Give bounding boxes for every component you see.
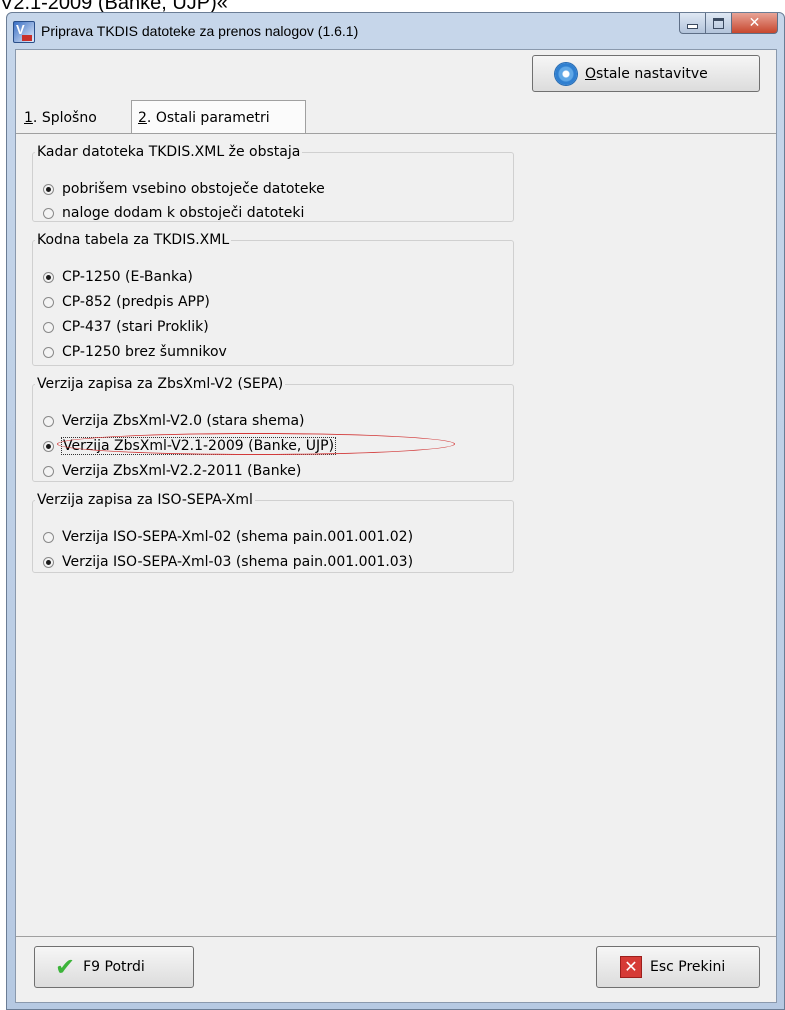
radio-button[interactable]	[43, 346, 54, 358]
radio-iso-sepa-03[interactable]: Verzija ISO-SEPA-Xml-03 (shema pain.001.…	[43, 554, 413, 570]
radio-label: pobrišem vsebino obstoječe datoteke	[62, 181, 325, 197]
group-existing-file: Kadar datoteka TKDIS.XML že obstaja pobr…	[32, 144, 514, 222]
tab-other-parameters-label: 2. Ostali parametri	[138, 109, 270, 126]
radio-label: naloge dodam k obstoječi datoteki	[62, 205, 305, 221]
cancel-button-label: Esc Prekini	[650, 959, 726, 975]
maximize-icon	[713, 17, 724, 29]
group-existing-file-title: Kadar datoteka TKDIS.XML že obstaja	[37, 144, 301, 160]
tab-strip-divider	[16, 133, 776, 134]
radio-button[interactable]	[43, 271, 54, 283]
cancel-button[interactable]: ✕ Esc Prekini	[596, 946, 760, 988]
close-button[interactable]: ✕	[732, 13, 778, 34]
gear-icon	[555, 62, 577, 85]
group-iso-sepa-version-title: Verzija zapisa za ISO-SEPA-Xml	[37, 492, 253, 508]
checkmark-icon: ✔	[55, 953, 76, 981]
radio-label: Verzija ISO-SEPA-Xml-03 (shema pain.001.…	[62, 554, 414, 570]
radio-cp1250-no-diacritics[interactable]: CP-1250 brez šumnikov	[43, 344, 227, 360]
radio-iso-sepa-02[interactable]: Verzija ISO-SEPA-Xml-02 (shema pain.001.…	[43, 529, 413, 545]
radio-button[interactable]	[43, 183, 54, 195]
radio-label: CP-852 (predpis APP)	[62, 294, 210, 310]
radio-button[interactable]	[43, 207, 54, 219]
radio-button[interactable]	[43, 440, 54, 452]
tab-other-parameters[interactable]: 2. Ostali parametri	[131, 100, 306, 134]
radio-zbsxml-v2-0[interactable]: Verzija ZbsXml-V2.0 (stara shema)	[43, 413, 305, 429]
minimize-button[interactable]	[679, 13, 706, 34]
group-zbsxml-version-title: Verzija zapisa za ZbsXml-V2 (SEPA)	[37, 376, 284, 392]
maximize-button[interactable]	[706, 13, 732, 34]
radio-button[interactable]	[43, 465, 54, 477]
group-zbsxml-version: Verzija zapisa za ZbsXml-V2 (SEPA) Verzi…	[32, 376, 514, 482]
radio-button[interactable]	[43, 296, 54, 308]
radio-zbsxml-v2-1-2009[interactable]: Verzija ZbsXml-V2.1-2009 (Banke, UJP)	[43, 433, 455, 455]
group-iso-sepa-version: Verzija zapisa za ISO-SEPA-Xml Verzija I…	[32, 492, 514, 573]
radio-label: Verzija ZbsXml-V2.2-2011 (Banke)	[62, 463, 302, 479]
group-code-page: Kodna tabela za TKDIS.XML CP-1250 (E-Ban…	[32, 232, 514, 366]
confirm-button[interactable]: ✔ F9 Potrdi	[34, 946, 194, 988]
more-settings-label: Ostale nastavitve	[585, 65, 708, 82]
radio-overwrite-file[interactable]: pobrišem vsebino obstoječe datoteke	[43, 181, 325, 197]
radio-button[interactable]	[43, 531, 54, 543]
footer-bar: ✔ F9 Potrdi ✕ Esc Prekini	[16, 936, 776, 1002]
radio-button[interactable]	[43, 556, 54, 568]
close-icon: ✕	[748, 15, 761, 31]
dialog-client-area: Ostale nastavitve 1. Splošno 2. Ostali p…	[15, 49, 777, 1003]
radio-label: CP-1250 brez šumnikov	[62, 344, 227, 360]
radio-label: CP-1250 (E-Banka)	[62, 269, 193, 285]
radio-label: Verzija ISO-SEPA-Xml-02 (shema pain.001.…	[62, 529, 414, 545]
window-title: Priprava TKDIS datoteke za prenos nalogo…	[41, 23, 359, 39]
tab-general[interactable]: 1. Splošno	[18, 102, 129, 134]
confirm-button-label: F9 Potrdi	[83, 959, 145, 975]
radio-cp437[interactable]: CP-437 (stari Proklik)	[43, 319, 209, 335]
radio-zbsxml-v2-2-2011[interactable]: Verzija ZbsXml-V2.2-2011 (Banke)	[43, 463, 301, 479]
radio-label: Verzija ZbsXml-V2.0 (stara shema)	[62, 413, 305, 429]
minimize-icon	[687, 23, 698, 29]
radio-label: CP-437 (stari Proklik)	[62, 319, 209, 335]
radio-cp1250-ebanka[interactable]: CP-1250 (E-Banka)	[43, 269, 193, 285]
window-controls: ✕	[679, 13, 778, 35]
radio-button[interactable]	[43, 415, 54, 427]
highlight-ellipse	[57, 433, 455, 455]
radio-cp852[interactable]: CP-852 (predpis APP)	[43, 294, 210, 310]
radio-append-file[interactable]: naloge dodam k obstoječi datoteki	[43, 205, 304, 221]
group-code-page-title: Kodna tabela za TKDIS.XML	[37, 232, 230, 248]
more-settings-button[interactable]: Ostale nastavitve	[532, 55, 760, 92]
cancel-icon: ✕	[620, 956, 642, 978]
tab-general-label: 1. Splošno	[24, 110, 97, 126]
app-window: V Priprava TKDIS datoteke za prenos nalo…	[6, 12, 785, 1010]
app-icon: V	[13, 21, 35, 43]
title-bar[interactable]: V Priprava TKDIS datoteke za prenos nalo…	[7, 13, 784, 49]
radio-button[interactable]	[43, 321, 54, 333]
